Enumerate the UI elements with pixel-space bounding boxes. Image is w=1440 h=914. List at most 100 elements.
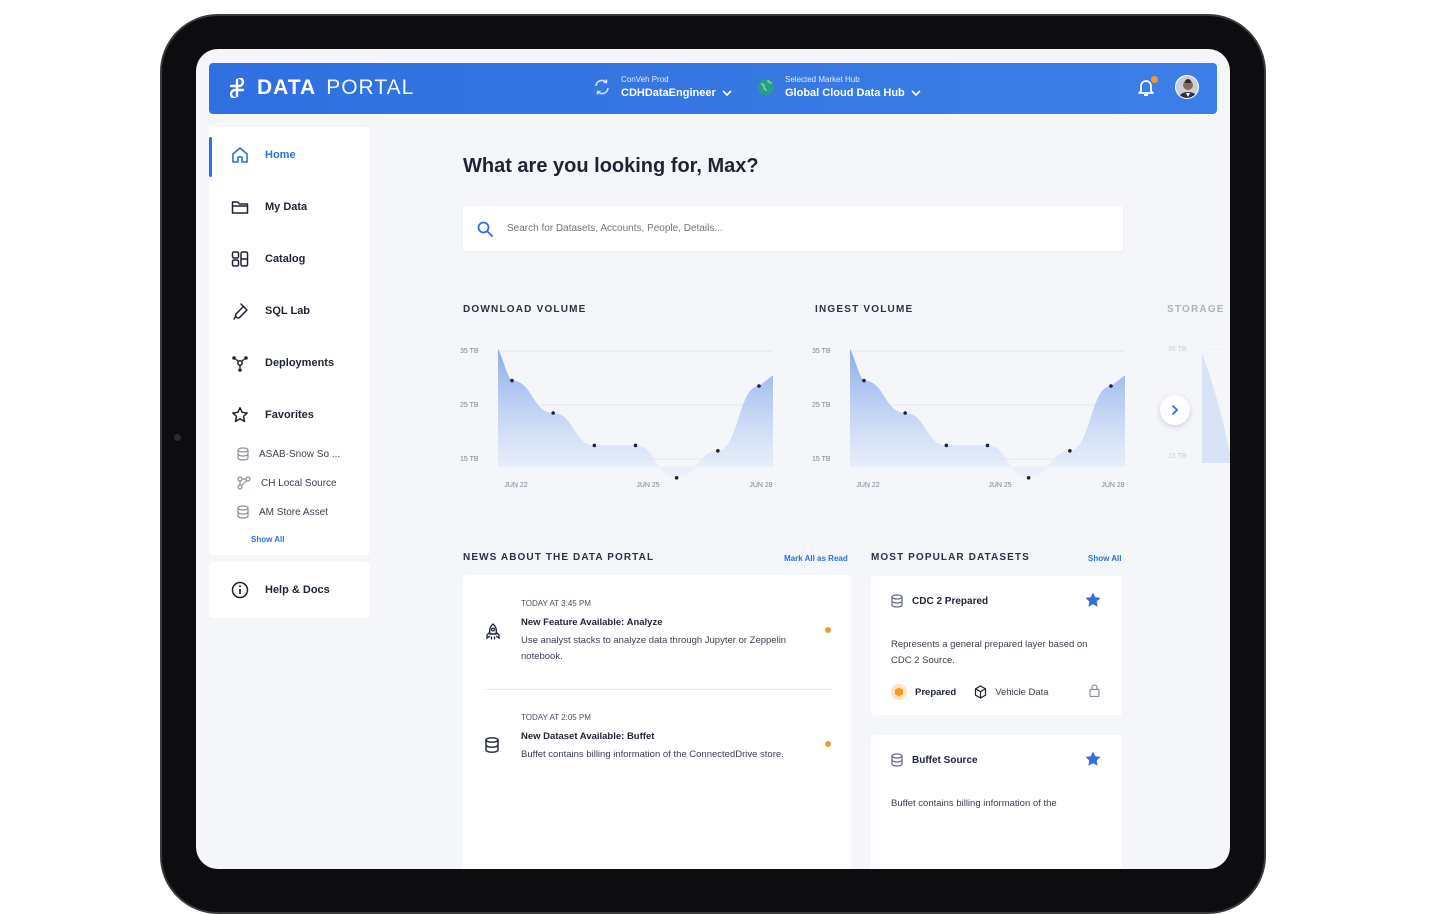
brand-logo[interactable]: DATA PORTAL [227, 76, 414, 100]
folder-icon [231, 201, 249, 214]
ingest-volume-chart: 35 TB 25 TB 15 TB JUN 22 JUN 25 JUN 28 [812, 348, 1125, 489]
y-tick-label: 35 TB [460, 348, 479, 355]
market-hub-selector[interactable]: Selected Market Hub Global Cloud Data Hu… [757, 75, 921, 99]
dataset-name: CDC 2 Prepared [912, 595, 989, 607]
favorites-show-all-link[interactable]: Show All [251, 535, 284, 544]
environment-selector[interactable]: ConVeh Prod CDHDataEngineer [593, 75, 732, 99]
favorite-item[interactable]: CH Local Source [237, 476, 337, 490]
chevron-down-icon [911, 89, 921, 96]
dataset-layer-tag: Prepared [915, 686, 957, 698]
divider [485, 689, 831, 690]
sidebar-item-sql-lab[interactable]: SQL Lab [209, 291, 370, 331]
news-time: TODAY AT 2:05 PM [521, 713, 591, 722]
star-icon [232, 407, 248, 423]
data-point [757, 384, 761, 388]
app-screen: DATA PORTAL ConVeh Prod CDHDataEngineer … [196, 49, 1230, 869]
data-point [510, 378, 514, 383]
favorite-label: CH Local Source [261, 477, 337, 489]
database-icon [891, 753, 903, 767]
brand-bold: DATA [257, 76, 317, 99]
data-point [633, 443, 638, 448]
favorite-item[interactable]: AM Store Asset [237, 505, 328, 519]
favorite-label: AM Store Asset [259, 506, 328, 518]
news-section-title: NEWS ABOUT THE DATA PORTAL [463, 552, 655, 563]
home-icon [232, 147, 248, 163]
database-icon [237, 447, 249, 461]
market-hub-value: Global Cloud Data Hub [785, 87, 905, 99]
notifications-button[interactable] [1137, 76, 1158, 102]
sidebar-item-label: Deployments [265, 357, 335, 369]
globe-icon [758, 79, 774, 95]
charts-next-button[interactable] [1160, 395, 1190, 425]
favorite-item[interactable]: ASAB-Snow So ... [237, 447, 340, 461]
chart-title: INGEST VOLUME [815, 304, 914, 315]
mark-all-read-link[interactable]: Mark All as Read [784, 554, 848, 563]
sidebar-item-my-data[interactable]: My Data [209, 187, 370, 227]
dataset-card[interactable]: Buffet Source Buffet contains billing in… [871, 735, 1122, 869]
device-camera [174, 434, 181, 441]
sidebar-item-catalog[interactable]: Catalog [209, 239, 370, 279]
sidebar-item-home[interactable]: Home [209, 135, 370, 177]
news-title: New Dataset Available: Buffet [521, 731, 655, 742]
user-avatar-icon [1176, 76, 1198, 98]
source-icon [237, 476, 251, 490]
data-point [1068, 449, 1072, 453]
y-tick-label: 25 TB [460, 402, 479, 409]
network-icon [232, 356, 248, 372]
search-bar[interactable] [463, 206, 1123, 251]
area-series [850, 349, 1125, 478]
page-title: What are you looking for, Max? [463, 155, 759, 177]
chart-title: STORAGE [1167, 304, 1225, 315]
sidebar-item-label: SQL Lab [265, 305, 311, 317]
news-title: New Feature Available: Analyze [521, 617, 663, 628]
avatar[interactable] [1175, 75, 1199, 99]
database-icon [485, 737, 499, 753]
data-point [592, 443, 597, 448]
data-point [944, 443, 949, 448]
search-input[interactable] [507, 223, 1067, 234]
sync-icon [595, 79, 609, 95]
x-tick-label: JUN 25 [988, 482, 1011, 489]
dataset-name: Buffet Source [912, 754, 978, 766]
sidebar-item-favorites[interactable]: Favorites [209, 395, 370, 435]
top-bar: DATA PORTAL ConVeh Prod CDHDataEngineer … [209, 63, 1217, 114]
help-docs-button[interactable]: Help & Docs [209, 562, 370, 618]
unread-dot [825, 741, 831, 747]
help-label: Help & Docs [265, 584, 330, 596]
favorite-star-icon[interactable] [1084, 591, 1102, 609]
chevron-right-icon [1171, 404, 1179, 416]
sidebar: Home My Data Catalog SQL Lab Deployments… [209, 127, 370, 555]
x-tick-label: JUN 22 [856, 482, 879, 489]
rocket-icon [486, 623, 500, 640]
market-hub-label: Selected Market Hub [785, 75, 860, 84]
data-point [716, 449, 720, 453]
database-icon [237, 505, 249, 519]
unread-dot [825, 627, 831, 633]
sidebar-item-label: Catalog [265, 253, 306, 265]
lock-icon [1089, 684, 1100, 697]
environment-value: CDHDataEngineer [621, 87, 716, 99]
popular-section-title: MOST POPULAR DATASETS [871, 552, 1030, 563]
sidebar-item-label: My Data [265, 201, 308, 213]
y-tick-label: 35 TB [812, 348, 831, 355]
dataset-description: Represents a general prepared layer base… [891, 639, 1088, 666]
data-point [1109, 384, 1113, 388]
notification-dot [1151, 76, 1158, 83]
chevron-down-icon [722, 89, 732, 96]
x-tick-label: JUN 28 [1101, 482, 1124, 489]
info-icon [231, 581, 249, 599]
dataset-card[interactable]: CDC 2 Prepared Represents a general prep… [871, 576, 1122, 715]
dataset-domain-tag: Vehicle Data [995, 686, 1049, 698]
x-tick-label: JUN 25 [636, 482, 659, 489]
favorite-star-icon[interactable] [1084, 750, 1102, 768]
y-tick-label: 15 TB [460, 456, 479, 463]
flask-icon [233, 303, 248, 320]
sidebar-item-deployments[interactable]: Deployments [209, 343, 370, 383]
database-icon [891, 594, 903, 608]
cube-icon [975, 685, 987, 699]
news-panel: TODAY AT 3:45 PM New Feature Available: … [463, 575, 851, 869]
y-tick-label: 25 TB [812, 402, 831, 409]
prepared-badge-icon [891, 684, 907, 700]
popular-show-all-link[interactable]: Show All [1088, 554, 1121, 563]
area-series [498, 349, 773, 478]
